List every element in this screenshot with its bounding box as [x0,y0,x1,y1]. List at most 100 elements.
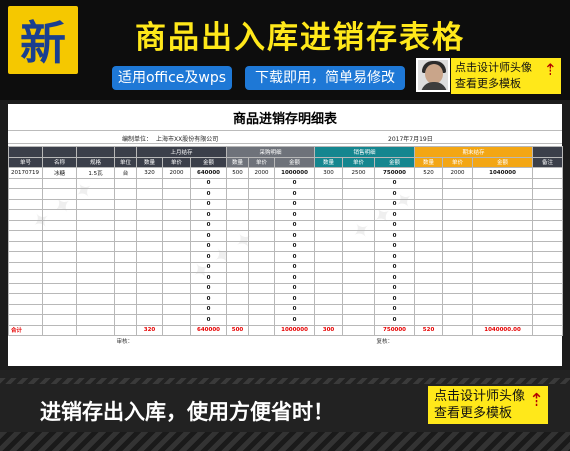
cell[interactable] [314,272,344,284]
cell[interactable] [226,188,250,200]
cell[interactable] [342,219,376,231]
cell[interactable] [442,251,474,263]
cell[interactable] [8,261,43,273]
cell[interactable]: 0 [374,314,416,326]
cell[interactable] [342,251,376,263]
cell[interactable] [76,188,115,200]
cell[interactable] [114,177,137,189]
table-row[interactable]: 0 0 0 [8,230,564,242]
cell[interactable] [114,293,137,305]
table-row[interactable]: 0 0 0 [8,198,564,210]
cell[interactable] [114,240,137,252]
cell[interactable] [248,324,276,336]
cell[interactable] [114,219,137,231]
cell[interactable] [472,314,534,326]
cell[interactable]: 0 [274,272,316,284]
cell[interactable]: 台 [114,167,137,179]
total-row[interactable]: 合计 320 640000 500 1000000 300 750000 520… [8,324,564,336]
cell[interactable] [76,230,115,242]
cell[interactable] [532,209,564,221]
cell[interactable] [162,188,191,200]
cell[interactable]: 0 [374,261,416,273]
cell[interactable] [532,303,564,315]
table-row[interactable]: 20170719 冰糖 1.5瓦 台 320 2000 640000 500 2… [8,167,564,179]
cell[interactable] [248,198,276,210]
cell[interactable] [414,293,444,305]
cell[interactable] [342,293,376,305]
cell[interactable] [226,282,250,294]
cell[interactable] [8,314,43,326]
cell[interactable] [248,314,276,326]
cell[interactable]: 0 [274,177,316,189]
cell[interactable]: 2000 [162,167,191,179]
cell[interactable] [76,251,115,263]
cell[interactable] [342,261,376,273]
cell[interactable]: 750000 [374,167,416,179]
cell[interactable] [414,219,444,231]
cell[interactable] [76,219,115,231]
cell[interactable] [114,230,137,242]
cell[interactable] [8,272,43,284]
cell[interactable] [314,198,344,210]
cell[interactable] [8,251,43,263]
cell[interactable]: 300 [314,167,344,179]
cell[interactable] [532,167,564,179]
cell[interactable] [472,198,534,210]
cell[interactable]: 0 [189,209,228,221]
cell[interactable] [226,272,250,284]
cell[interactable]: 0 [374,240,416,252]
cell[interactable]: 0 [274,198,316,210]
cell[interactable] [342,188,376,200]
cell[interactable] [114,272,137,284]
cell[interactable] [532,177,564,189]
cell[interactable] [136,219,163,231]
cell[interactable]: 0 [374,177,416,189]
cell[interactable] [442,230,474,242]
cell[interactable]: 0 [189,188,228,200]
cell[interactable]: 0 [274,314,316,326]
cell[interactable]: 0 [189,230,228,242]
cell[interactable] [248,282,276,294]
total-purchase-amount[interactable]: 1000000 [274,324,316,336]
cell[interactable] [42,261,77,273]
cell[interactable] [76,209,115,221]
cell[interactable] [472,177,534,189]
cell[interactable] [226,240,250,252]
cell[interactable] [342,177,376,189]
cell[interactable] [314,209,344,221]
cell[interactable] [42,293,77,305]
cell[interactable] [8,209,43,221]
cell[interactable] [8,282,43,294]
cell[interactable]: 0 [374,198,416,210]
cell[interactable] [414,209,444,221]
cell[interactable] [76,272,115,284]
cell[interactable] [136,188,163,200]
cell[interactable] [226,177,250,189]
cell[interactable] [442,177,474,189]
cell[interactable]: 0 [189,177,228,189]
cell[interactable] [162,198,191,210]
total-sales-qty[interactable]: 300 [314,324,344,336]
cell[interactable] [8,240,43,252]
cell[interactable] [162,293,191,305]
cell[interactable] [414,240,444,252]
cell[interactable] [248,209,276,221]
cell[interactable] [42,303,77,315]
cell[interactable] [472,272,534,284]
cell[interactable] [136,177,163,189]
cell[interactable] [114,251,137,263]
cell[interactable] [442,272,474,284]
cell[interactable] [226,251,250,263]
cell[interactable] [8,230,43,242]
cell[interactable] [442,324,474,336]
cell[interactable] [472,282,534,294]
total-purchase-qty[interactable]: 500 [226,324,250,336]
cell[interactable] [114,198,137,210]
cell[interactable]: 0 [374,230,416,242]
designer-promo-link[interactable]: 点击设计师头像 查看更多模板 ⇡ [451,58,561,94]
cell[interactable]: 0 [274,251,316,263]
cell[interactable] [442,314,474,326]
cell[interactable] [136,282,163,294]
cell[interactable] [162,177,191,189]
cell[interactable] [8,198,43,210]
